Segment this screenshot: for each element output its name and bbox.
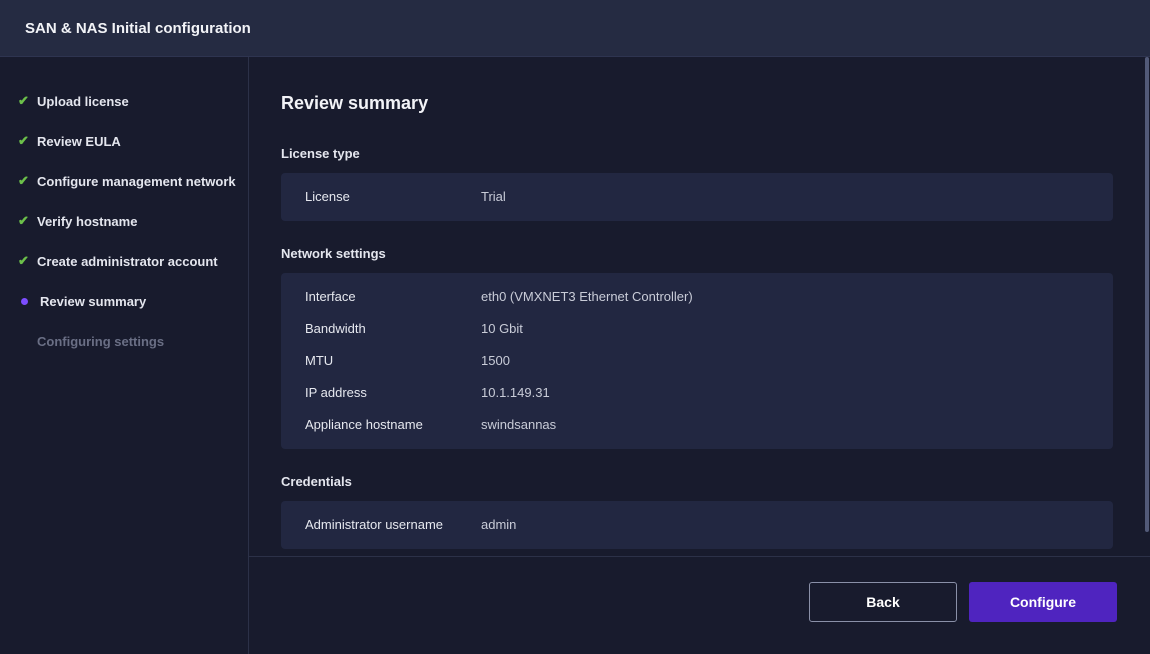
row-value: eth0 (VMXNET3 Ethernet Controller) [481, 289, 693, 304]
step-create-admin: ✔ Create administrator account [18, 251, 218, 271]
check-icon: ✔ [18, 213, 29, 228]
check-icon: ✔ [18, 253, 29, 268]
step-configure-network: ✔ Configure management network [18, 171, 236, 191]
summary-row: MTU 1500 [305, 353, 510, 368]
row-label: Administrator username [305, 517, 443, 532]
credentials-card: Administrator username admin [281, 501, 1113, 549]
summary-row: IP address 10.1.149.31 [305, 385, 550, 400]
step-label: Create administrator account [37, 253, 218, 269]
configure-button[interactable]: Configure [969, 582, 1117, 622]
scrollbar[interactable] [1145, 57, 1149, 532]
check-icon: ✔ [18, 173, 29, 188]
back-button[interactable]: Back [809, 582, 957, 622]
step-label: Configure management network [37, 173, 236, 189]
step-review-summary: Review summary [18, 291, 146, 311]
summary-row: Appliance hostname swindsannas [305, 417, 556, 432]
check-icon: ✔ [18, 133, 29, 148]
step-configuring-settings: Configuring settings [18, 331, 164, 351]
license-section-title: License type [281, 146, 360, 161]
row-value: admin [481, 517, 517, 532]
check-icon: ✔ [18, 93, 29, 108]
credentials-section-title: Credentials [281, 474, 352, 489]
row-value: 1500 [481, 353, 510, 368]
step-label: Review summary [40, 293, 147, 309]
summary-row: Interface eth0 (VMXNET3 Ethernet Controll… [305, 289, 693, 304]
network-card: Interface eth0 (VMXNET3 Ethernet Controll… [281, 273, 1113, 449]
row-value: 10 Gbit [481, 321, 523, 336]
step-label: Configuring settings [37, 333, 165, 349]
row-label: IP address [305, 385, 367, 400]
row-value: swindsannas [481, 417, 557, 432]
dialog-title: SAN & NAS Initial configuration [25, 20, 251, 37]
current-step-dot-icon [21, 297, 28, 305]
license-card: License Trial [281, 173, 1113, 221]
summary-row: Bandwidth 10 Gbit [305, 321, 523, 336]
steps-sidebar: ✔ Upload license ✔ Review EULA ✔ Configure … [0, 57, 249, 654]
summary-row: Administrator username admin [305, 517, 516, 532]
dialog-header: SAN & NAS Initial configuration [0, 0, 1150, 57]
row-label: License [305, 189, 350, 204]
dialog-footer: Back Configure [249, 556, 1150, 654]
row-label: Appliance hostname [305, 417, 423, 432]
row-label: Bandwidth [305, 321, 366, 336]
row-label: Interface [305, 289, 356, 304]
summary-content: Review summary License type License Trial… [249, 57, 1150, 556]
row-value: Trial [481, 189, 506, 204]
summary-row: License Trial [305, 189, 506, 204]
step-upload-license: ✔ Upload license [18, 91, 129, 111]
network-section-title: Network settings [281, 246, 386, 261]
step-label: Upload license [37, 93, 129, 109]
step-verify-hostname: ✔ Verify hostname [18, 211, 137, 231]
step-review-eula: ✔ Review EULA [18, 131, 121, 151]
step-label: Verify hostname [37, 213, 138, 229]
step-label: Review EULA [37, 133, 121, 149]
page-title: Review summary [281, 93, 429, 113]
row-label: MTU [305, 353, 334, 368]
row-value: 10.1.149.31 [481, 385, 550, 400]
